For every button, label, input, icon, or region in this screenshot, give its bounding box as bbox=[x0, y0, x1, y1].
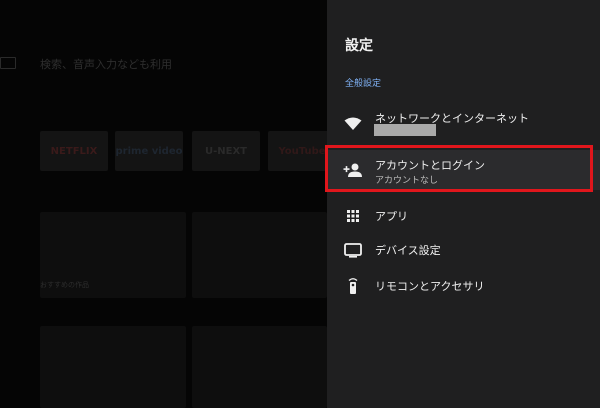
keyboard-icon bbox=[0, 57, 16, 69]
menu-item-label: デバイス設定 bbox=[375, 244, 441, 257]
masked-network-name bbox=[374, 124, 436, 136]
wifi-icon bbox=[343, 116, 363, 132]
search-hint: 検索、音声入力なども利用 bbox=[40, 58, 172, 71]
app-tile-unext[interactable]: U-NEXT bbox=[192, 131, 260, 171]
apps-grid-icon bbox=[343, 208, 363, 224]
menu-item-network[interactable]: ネットワークとインターネット bbox=[327, 104, 600, 144]
menu-item-apps[interactable]: アプリ bbox=[327, 198, 600, 234]
content-card[interactable] bbox=[192, 212, 327, 298]
highlight-box bbox=[325, 145, 593, 192]
app-tile-youtube[interactable]: YouTube bbox=[268, 131, 327, 171]
menu-item-label: アプリ bbox=[375, 210, 408, 223]
settings-panel: 設定 全般設定 ネットワークとインターネット アカウントとログイン アカウントな… bbox=[327, 0, 600, 408]
tv-icon bbox=[343, 242, 363, 258]
panel-title: 設定 bbox=[345, 38, 373, 54]
menu-item-device-preferences[interactable]: デバイス設定 bbox=[327, 232, 600, 268]
app-tile-prime-video[interactable]: prime video bbox=[115, 131, 183, 171]
remote-icon bbox=[343, 278, 363, 294]
content-card[interactable] bbox=[40, 326, 186, 408]
menu-item-remotes-accessories[interactable]: リモコンとアクセサリ bbox=[327, 268, 600, 304]
content-card[interactable] bbox=[192, 326, 327, 408]
content-card-label: おすすめの作品 bbox=[40, 281, 89, 289]
home-screen-background: 検索、音声入力なども利用 NETFLIX prime video U-NEXT … bbox=[0, 0, 327, 408]
app-tile-netflix[interactable]: NETFLIX bbox=[40, 131, 108, 171]
section-label-general: 全般設定 bbox=[345, 79, 382, 89]
menu-item-label: リモコンとアクセサリ bbox=[375, 280, 485, 293]
